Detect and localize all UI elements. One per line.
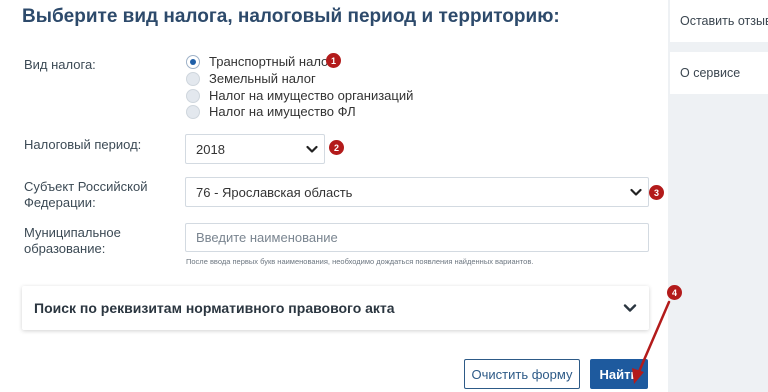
radio-individual-property-tax[interactable]: Налог на имущество ФЛ [186,103,356,120]
radio-button[interactable] [186,104,200,119]
legal-act-search-accordion[interactable]: Поиск по реквизитам нормативного правово… [22,286,649,330]
find-button[interactable]: Найти [590,359,648,389]
annotation-badge-4: 4 [667,285,682,300]
chevron-down-icon [630,188,642,196]
radio-button-checked[interactable] [186,54,200,69]
radio-land-tax[interactable]: Земельный налог [186,70,316,87]
chevron-down-icon [306,145,318,153]
clear-form-button[interactable]: Очистить форму [464,359,580,389]
radio-label: Земельный налог [209,71,316,86]
annotation-badge-1: 1 [326,53,341,68]
tax-type-label: Вид налога: [24,57,96,72]
radio-button[interactable] [186,88,200,103]
chevron-down-icon[interactable] [623,303,637,313]
radio-org-property-tax[interactable]: Налог на имущество организаций [186,87,413,104]
radio-transport-tax[interactable]: Транспортный налог [186,53,333,70]
region-select[interactable]: 76 - Ярославская область [185,177,649,207]
municipality-input[interactable] [185,223,649,252]
municipality-label-line1: Муниципальное [24,225,121,240]
municipality-hint: После ввода первых букв наименования, не… [186,257,534,266]
page-title: Выберите вид налога, налоговый период и … [22,6,560,27]
accordion-title: Поиск по реквизитам нормативного правово… [34,300,395,316]
about-service-label: О сервисе [680,66,741,80]
region-value: 76 - Ярославская область [196,184,353,200]
radio-label: Налог на имущество ФЛ [209,104,356,119]
annotation-badge-3: 3 [649,185,664,200]
annotation-badge-2: 2 [329,140,344,155]
tax-period-select[interactable]: 2018 [185,134,325,164]
region-label-line1: Субъект Российской [24,179,148,194]
tax-period-label: Налоговый период: [24,137,142,152]
radio-label: Налог на имущество организаций [209,88,414,103]
about-service-link[interactable]: О сервисе [670,52,768,94]
radio-label: Транспортный налог [209,54,334,69]
region-label-line2: Федерации: [24,195,96,210]
feedback-link[interactable]: Оставить отзыв [670,0,768,42]
radio-button[interactable] [186,71,200,86]
tax-period-value: 2018 [196,141,225,157]
feedback-label: Оставить отзыв [680,14,768,28]
municipality-label-line2: образование: [24,241,106,256]
